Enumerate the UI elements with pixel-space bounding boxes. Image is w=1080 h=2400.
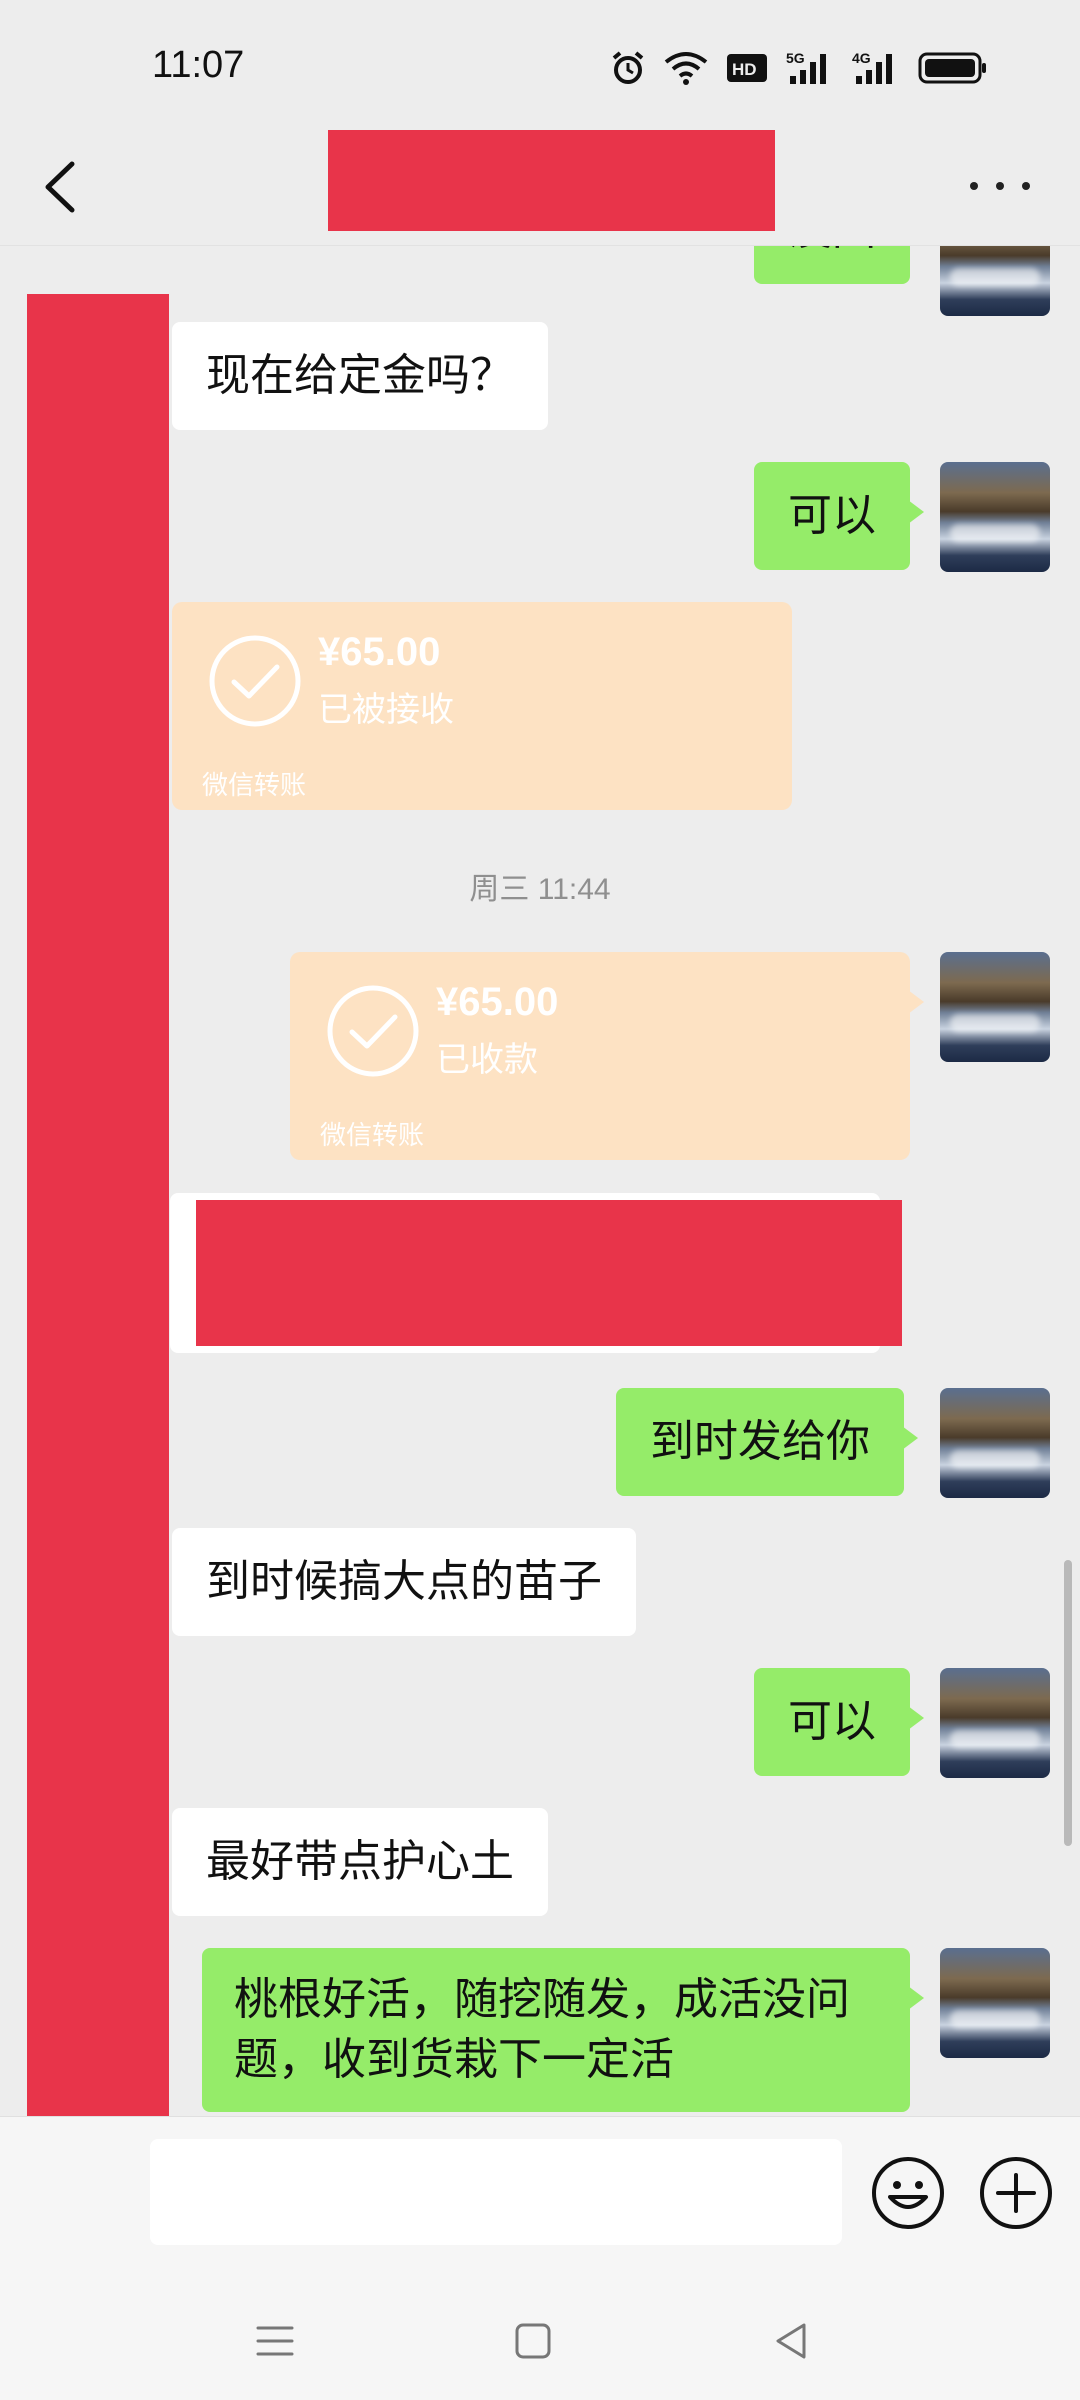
message-text: 可以: [788, 1696, 876, 1747]
transfer-card-received[interactable]: ¥65.00 已被接收 微信转账: [172, 602, 792, 810]
signal-4g-icon: 4G: [852, 50, 892, 84]
transfer-card-sent[interactable]: ¥65.00 已收款 微信转账: [290, 952, 924, 1160]
transfer-amount: ¥65.00: [436, 980, 559, 1024]
battery-icon: [918, 52, 986, 84]
message-text: 现在给定金吗？: [206, 350, 514, 401]
transfer-amount: ¥65.00: [318, 630, 441, 674]
hd-icon: HD: [727, 54, 767, 82]
signal-5g-icon: 5G: [786, 50, 826, 84]
avatar-self[interactable]: [940, 246, 1050, 316]
chevron-left-icon[interactable]: [30, 152, 100, 222]
redacted-avatar-column: [27, 294, 169, 2300]
message-text: 可以: [788, 490, 876, 541]
avatar-self[interactable]: [940, 462, 1050, 572]
redacted-title: [328, 130, 775, 231]
message-in: 现在给定金吗？: [172, 322, 548, 430]
smiley-icon[interactable]: [870, 2155, 946, 2231]
plus-circle-icon[interactable]: [978, 2155, 1054, 2231]
message-in: 最好带点护心土: [172, 1808, 548, 1916]
avatar-self[interactable]: [940, 952, 1050, 1062]
message-text: 到时发给你: [650, 1416, 870, 1467]
message-text: 没回: [788, 246, 876, 255]
transfer-brand: 微信转账: [202, 771, 307, 801]
system-nav-bar: [0, 2286, 1080, 2400]
more-horizontal-icon[interactable]: [970, 166, 1030, 206]
signal-5g-label: 5G: [786, 50, 805, 66]
scrollbar[interactable]: [1064, 1560, 1072, 1846]
message-out: 可以: [754, 1668, 924, 1776]
input-bar: [0, 2116, 1080, 2286]
status-icons: HD 5G 4G: [610, 50, 988, 86]
status-bar: 11:07 HD 5G 4G: [0, 0, 1080, 130]
home-square-icon[interactable]: [508, 2316, 558, 2366]
message-text: 最好带点护心土: [206, 1836, 514, 1887]
avatar-self[interactable]: [940, 1668, 1050, 1778]
back-triangle-icon[interactable]: [766, 2316, 816, 2366]
check-circle-icon: [327, 985, 419, 1077]
message-text: 桃根好活，随挖随发，成活没问题，收到货栽下一定活: [234, 1974, 850, 2085]
signal-4g-label: 4G: [852, 50, 871, 66]
message-out-partial: 没回: [754, 246, 910, 284]
message-text: 到时候搞大点的苗子: [206, 1556, 602, 1607]
transfer-status: 已被接收: [318, 690, 454, 730]
message-out: 可以: [754, 462, 924, 570]
alarm-icon: [612, 51, 644, 84]
redacted-message: [196, 1200, 902, 1346]
message-out: 到时发给你: [616, 1388, 918, 1496]
check-circle-icon: [209, 635, 301, 727]
menu-icon[interactable]: [250, 2316, 300, 2366]
transfer-status: 已收款: [436, 1040, 538, 1080]
title-bar: [0, 130, 1080, 246]
wifi-icon: [664, 52, 708, 85]
transfer-brand: 微信转账: [320, 1121, 425, 1151]
status-time: 11:07: [152, 44, 245, 86]
avatar-self[interactable]: [940, 1388, 1050, 1498]
avatar-self[interactable]: [940, 1948, 1050, 2058]
message-in: 到时候搞大点的苗子: [172, 1528, 636, 1636]
hd-label: HD: [732, 60, 757, 79]
message-input[interactable]: [150, 2139, 842, 2245]
message-out: 桃根好活，随挖随发，成活没问题，收到货栽下一定活: [202, 1948, 924, 2112]
